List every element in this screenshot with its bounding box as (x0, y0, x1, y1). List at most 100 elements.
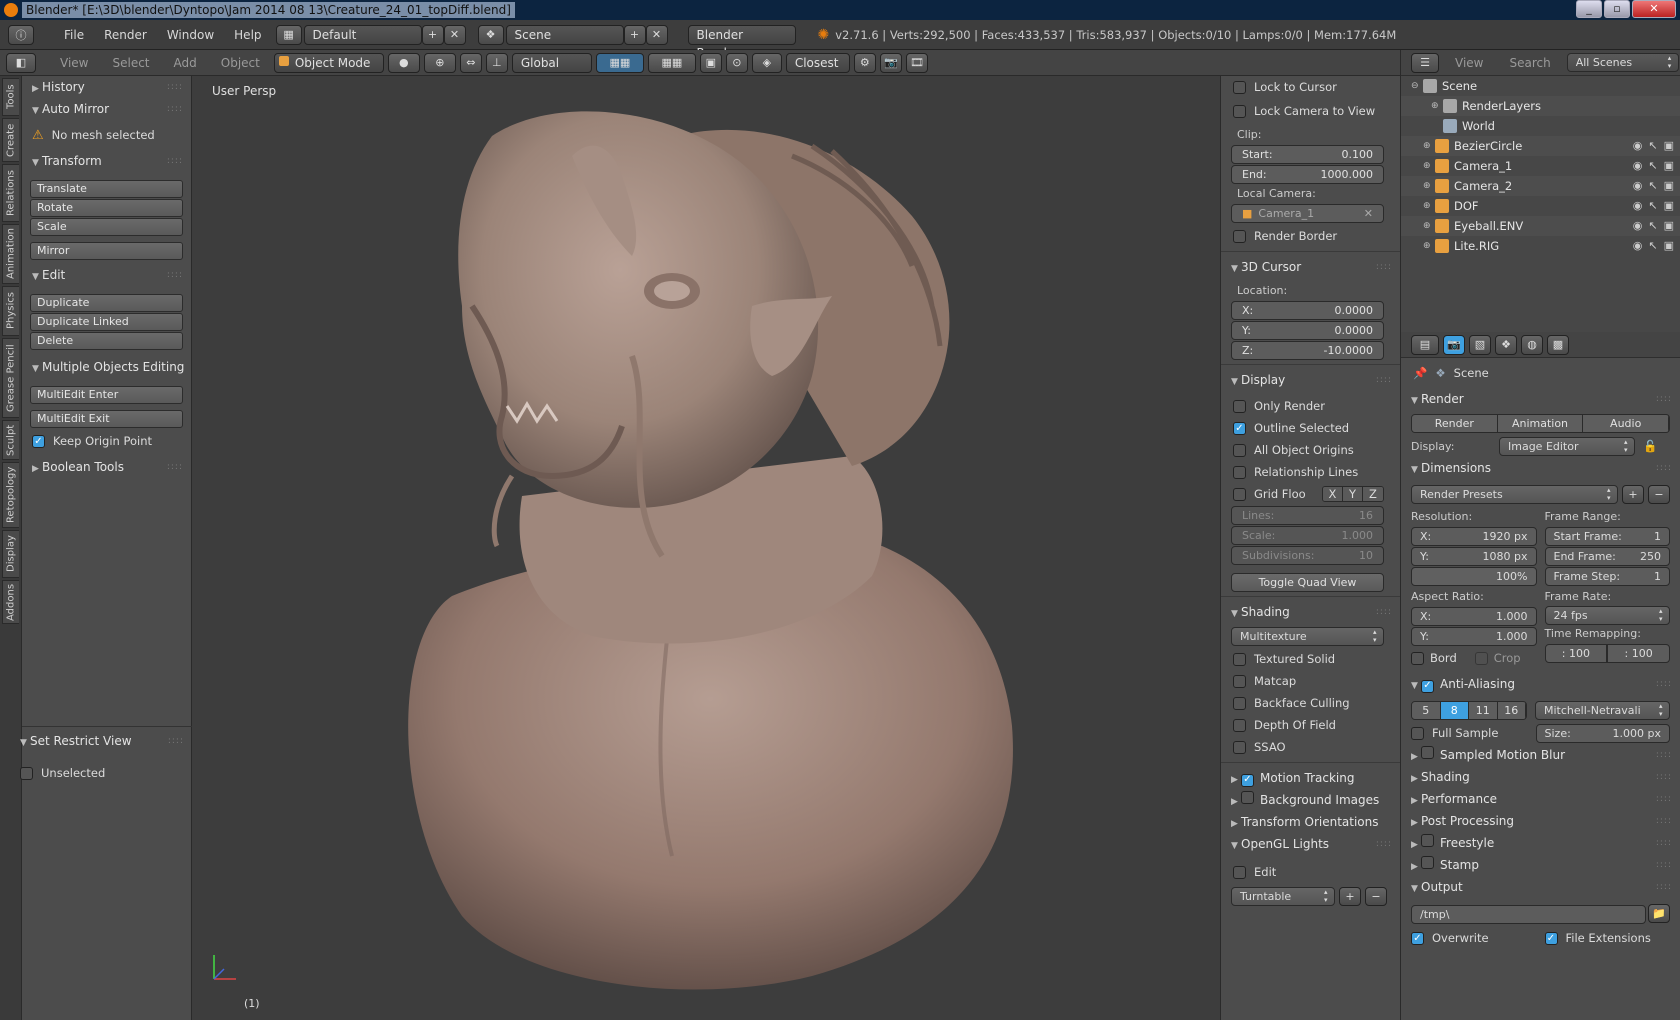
res-x-field[interactable]: X: 1920 px (1411, 527, 1537, 546)
res-percent-field[interactable]: 100% (1411, 567, 1537, 586)
duplicate-linked-button[interactable]: Duplicate Linked (30, 313, 183, 331)
mode-selector[interactable]: Object Mode (273, 52, 384, 73)
ssao-row[interactable]: SSAO (1221, 736, 1400, 758)
res-y-field[interactable]: Y: 1080 px (1411, 547, 1537, 566)
translate-button[interactable]: Translate (30, 180, 183, 198)
remap-old-field[interactable]: : 100 (1544, 644, 1608, 663)
menu-render[interactable]: Render (94, 28, 157, 42)
render-animation-icon[interactable]: 🎞 (905, 52, 928, 73)
multiedit-enter-button[interactable]: MultiEdit Enter (30, 386, 183, 404)
tab-tools[interactable]: Tools (2, 78, 19, 116)
local-camera-field[interactable]: ■ Camera_1 ✕ (1231, 204, 1384, 223)
tab-retopology[interactable]: Retopology (2, 462, 19, 528)
shading-mode-selector[interactable]: Multitexture (1231, 627, 1384, 646)
editor-type-properties-icon[interactable]: ▤ (1411, 334, 1439, 355)
scene-context-icon[interactable]: ❖ (1495, 334, 1517, 355)
camera-render-icon[interactable]: ▣ (1664, 179, 1674, 192)
outliner-item-label[interactable]: Scene (1442, 79, 1477, 93)
outliner-row[interactable]: ⊕ Lite.RIG ◉ ↖ ▣ (1401, 236, 1680, 256)
motion-tracking-checkbox[interactable]: ✓ (1241, 773, 1254, 787)
cursor-x-field[interactable]: X: 0.0000 (1231, 301, 1384, 320)
grid-floor-row[interactable]: Grid Floo X Y Z (1221, 483, 1400, 505)
rotate-button[interactable]: Rotate (30, 199, 183, 217)
menu-add[interactable]: Add (164, 56, 207, 70)
lock-camera-row[interactable]: Lock Camera to View (1221, 100, 1400, 122)
outliner-menu-view[interactable]: View (1445, 56, 1493, 70)
tab-addons[interactable]: Addons (2, 580, 19, 624)
layout-selector[interactable]: Default (303, 24, 422, 45)
overwrite-checkbox[interactable]: ✓ (1411, 931, 1424, 945)
file-ext-checkbox[interactable]: ✓ (1544, 931, 1558, 945)
cursor-y-field[interactable]: Y: 0.0000 (1231, 321, 1384, 340)
lock-layers-icon[interactable]: ▣ (699, 52, 722, 73)
outliner-item-label[interactable]: DOF (1454, 199, 1479, 213)
camera-render-icon[interactable]: ▣ (1664, 219, 1674, 232)
expand-toggle-icon[interactable]: ⊕ (1431, 101, 1443, 111)
fps-selector[interactable]: 24 fps (1544, 606, 1670, 625)
panel-restrict-view[interactable]: ▼ Set Restrict View:::: (10, 730, 192, 752)
add-layout-icon[interactable]: + (421, 24, 444, 45)
eye-icon[interactable]: ◉ (1633, 179, 1643, 192)
expand-toggle-icon[interactable]: ⊕ (1423, 241, 1435, 251)
panel-freestyle[interactable]: ▶ Freestyle:::: (1401, 832, 1680, 854)
delete-button[interactable]: Delete (30, 332, 183, 350)
snap-element-icon[interactable]: ◈ (751, 52, 782, 73)
opengl-edit-row[interactable]: Edit (1221, 861, 1400, 883)
grid-axis-y[interactable]: Y (1343, 487, 1363, 501)
panel-stamp[interactable]: ▶ Stamp:::: (1401, 854, 1680, 876)
outliner-row[interactable]: ⊕ BezierCircle ◉ ↖ ▣ (1401, 136, 1680, 156)
backface-checkbox[interactable] (1233, 696, 1246, 710)
display-selector[interactable]: Image Editor (1499, 436, 1635, 456)
clip-end-field[interactable]: End: 1000.000 (1231, 165, 1384, 184)
world-context-icon[interactable]: ◍ (1521, 334, 1543, 355)
camera-render-icon[interactable]: ▣ (1664, 139, 1674, 152)
remap-new-field[interactable]: : 100 (1607, 644, 1670, 663)
texture-context-icon[interactable]: ▩ (1547, 334, 1569, 355)
motion-blur-checkbox[interactable] (1421, 746, 1434, 759)
editor-type-info-icon[interactable]: ⓘ (8, 24, 34, 45)
manipulator-icon[interactable]: ⇔ (459, 52, 482, 73)
aa-samples-16[interactable]: 16 (1497, 702, 1526, 719)
panel-performance[interactable]: ▶ Performance:::: (1401, 788, 1680, 810)
panel-motion-tracking[interactable]: ▶ ✓ Motion Tracking (1221, 767, 1400, 789)
turntable-selector[interactable]: Turntable (1231, 887, 1335, 906)
outliner-item-label[interactable]: Camera_1 (1454, 159, 1512, 173)
eye-icon[interactable]: ◉ (1633, 159, 1643, 172)
render-engine-selector[interactable]: Blender Render (687, 24, 796, 60)
toggle-quad-view-button[interactable]: Toggle Quad View (1231, 573, 1384, 592)
grid-floor-checkbox[interactable] (1233, 487, 1246, 501)
duplicate-button[interactable]: Duplicate (30, 294, 183, 312)
panel-auto-mirror[interactable]: ▼ Auto Mirror:::: (22, 98, 191, 120)
outliner-filter-selector[interactable]: All Scenes (1566, 53, 1679, 72)
panel-transform-orientations[interactable]: ▶ Transform Orientations (1221, 811, 1400, 833)
crop-checkbox[interactable] (1474, 651, 1488, 665)
panel-dimensions[interactable]: ▼ Dimensions:::: (1401, 457, 1680, 479)
panel-3d-cursor[interactable]: ▼ 3D Cursor:::: (1221, 256, 1400, 278)
aspect-x-field[interactable]: X: 1.000 (1411, 607, 1537, 626)
render-border-checkbox[interactable] (1233, 229, 1246, 243)
aa-samples-11[interactable]: 11 (1469, 702, 1498, 719)
maximize-button[interactable]: ▫ (1604, 0, 1630, 18)
pin-icon[interactable]: 📌 (1413, 366, 1427, 380)
frame-step-field[interactable]: Frame Step: 1 (1544, 567, 1670, 586)
animation-button[interactable]: Animation (1497, 415, 1584, 432)
viewport-shading-icon[interactable]: ● (387, 52, 420, 73)
panel-output[interactable]: ▼ Output:::: (1401, 876, 1680, 898)
add-light-icon[interactable]: + (1339, 887, 1361, 906)
unselected-checkbox[interactable] (20, 766, 33, 780)
all-origins-checkbox[interactable] (1233, 443, 1246, 457)
proportional-edit-icon[interactable]: ⊙ (725, 52, 748, 73)
minimize-button[interactable]: _ (1576, 0, 1602, 18)
panel-render[interactable]: ▼ Render:::: (1401, 388, 1680, 410)
mirror-button[interactable]: Mirror (30, 242, 183, 260)
aa-filter-selector[interactable]: Mitchell-Netravali (1535, 701, 1670, 720)
panel-post-processing[interactable]: ▶ Post Processing:::: (1401, 810, 1680, 832)
menu-view[interactable]: View (50, 56, 98, 70)
outliner-row[interactable]: ⊕ Eyeball.ENV ◉ ↖ ▣ (1401, 216, 1680, 236)
menu-select[interactable]: Select (102, 56, 159, 70)
cursor-icon[interactable]: ↖ (1648, 219, 1657, 232)
camera-render-icon[interactable]: ▣ (1664, 159, 1674, 172)
outliner-item-label[interactable]: Camera_2 (1454, 179, 1512, 193)
render-layers-context-icon[interactable]: ▧ (1469, 334, 1491, 355)
panel-sampled-motion-blur[interactable]: ▶ Sampled Motion Blur:::: (1401, 744, 1680, 766)
